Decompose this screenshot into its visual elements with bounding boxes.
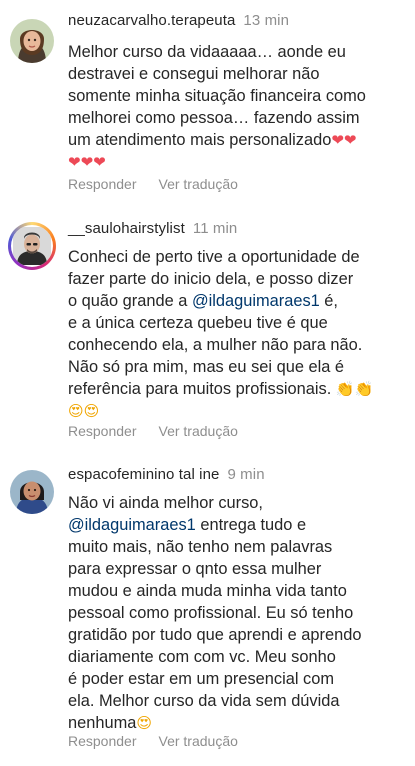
comment-line: um atendimento mais personalizado❤❤: [68, 129, 408, 151]
comment-line-text: é,: [319, 292, 338, 310]
comment-line-text: nenhuma: [68, 714, 137, 732]
comment-line: 😍😍: [68, 400, 408, 422]
comment-text: Não vi ainda melhor curso, @ildaguimarae…: [68, 492, 408, 734]
comment-actions: Responder Ver tradução: [68, 733, 260, 749]
avatar[interactable]: [10, 470, 54, 514]
comment-timestamp: 9 min: [227, 466, 265, 483]
heart-eyes-emoji-icon: 😍😍: [68, 402, 100, 420]
avatar-story-ring[interactable]: [8, 222, 56, 270]
comment-line: o quão grande a @ildaguimaraes1 é,: [68, 290, 408, 312]
comment-username[interactable]: espacofeminino tal ine 9 min: [68, 466, 265, 483]
reply-button[interactable]: Responder: [68, 176, 137, 192]
comment-line: fazer parte do inicio dela, e posso dize…: [68, 270, 354, 288]
heart-emoji-icon: ❤❤❤: [68, 153, 106, 171]
comment-username[interactable]: __saulohairstylist 11 min: [68, 220, 237, 237]
comment-line-text: o quão grande a: [68, 292, 192, 310]
heart-eyes-emoji-icon: 😍: [136, 714, 152, 732]
comment-timestamp: 13 min: [243, 12, 290, 29]
comment-line-text: entrega tudo e: [195, 516, 307, 534]
comment-line: nenhuma😍: [68, 712, 408, 734]
reply-button[interactable]: Responder: [68, 423, 137, 439]
mention-link[interactable]: @ildaguimaraes1: [192, 292, 320, 310]
comment-text: Melhor curso da vidaaaaa… aonde eu destr…: [68, 41, 408, 173]
comment-line-text: um atendimento mais personalizado: [68, 131, 332, 149]
comment-line-text: referência para muitos profissionais.: [68, 380, 332, 398]
comment-actions: Responder Ver tradução: [68, 176, 260, 192]
comment-text: Conheci de perto tive a oportunidade de …: [68, 246, 408, 422]
comment-username[interactable]: neuzacarvalho.terapeuta 13 min: [68, 12, 289, 29]
comment-line: diariamente com com vc. Meu sonho: [68, 648, 336, 666]
comment-actions: Responder Ver tradução: [68, 423, 260, 439]
comment-line: conhecendo ela, a mulher não para não.: [68, 336, 363, 354]
comment-line: muito mais, não tenho nem palavras: [68, 538, 333, 556]
comment-line: Conheci de perto tive a oportunidade de: [68, 248, 360, 266]
comment-line: Não só pra mim, mas eu sei que ela é: [68, 358, 345, 376]
username-text[interactable]: __saulohairstylist: [68, 220, 185, 237]
comment-line: mudou e ainda muda minha vida tanto: [68, 582, 347, 600]
comment-line: referência para muitos profissionais. 👏👏: [68, 378, 408, 400]
comment-timestamp: 11 min: [192, 220, 238, 237]
comment-line: Não vi ainda melhor curso,: [68, 494, 263, 512]
avatar: [11, 225, 53, 267]
translate-button[interactable]: Ver tradução: [159, 176, 238, 192]
comment-line: é poder estar em um presencial com: [68, 670, 335, 688]
heart-emoji-icon: ❤❤: [331, 131, 357, 149]
translate-button[interactable]: Ver tradução: [159, 423, 238, 439]
avatar[interactable]: [10, 19, 54, 63]
clapping-hands-emoji-icon: 👏👏: [335, 380, 374, 398]
translate-button[interactable]: Ver tradução: [159, 733, 238, 749]
comment-line: para expressar o qnto essa mulher: [68, 560, 322, 578]
comment-line: @ildaguimaraes1 entrega tudo e: [68, 514, 408, 536]
username-text[interactable]: neuzacarvalho.terapeuta: [68, 12, 235, 29]
mention-link[interactable]: @ildaguimaraes1: [68, 516, 196, 534]
comment-line: melhorei como pessoa… fazendo assim: [68, 109, 360, 127]
comment-line: pessoal como profissional. Eu só tenho: [68, 604, 354, 622]
username-text[interactable]: espacofeminino tal ine: [68, 466, 219, 483]
comment-line: ela. Melhor curso da vida sem dúvida: [68, 692, 340, 710]
reply-button[interactable]: Responder: [68, 733, 137, 749]
comment-line: ❤❤❤: [68, 151, 408, 173]
comment-line: gratidão por tudo que aprendi e aprendo: [68, 626, 362, 644]
comment-line: somente minha situação financeira como: [68, 87, 366, 105]
comment-line: Melhor curso da vidaaaaa… aonde eu: [68, 43, 346, 61]
comment-line: destravei e consegui melhorar não: [68, 65, 320, 83]
comment-line: e a única certeza quebeu tive é que: [68, 314, 328, 332]
